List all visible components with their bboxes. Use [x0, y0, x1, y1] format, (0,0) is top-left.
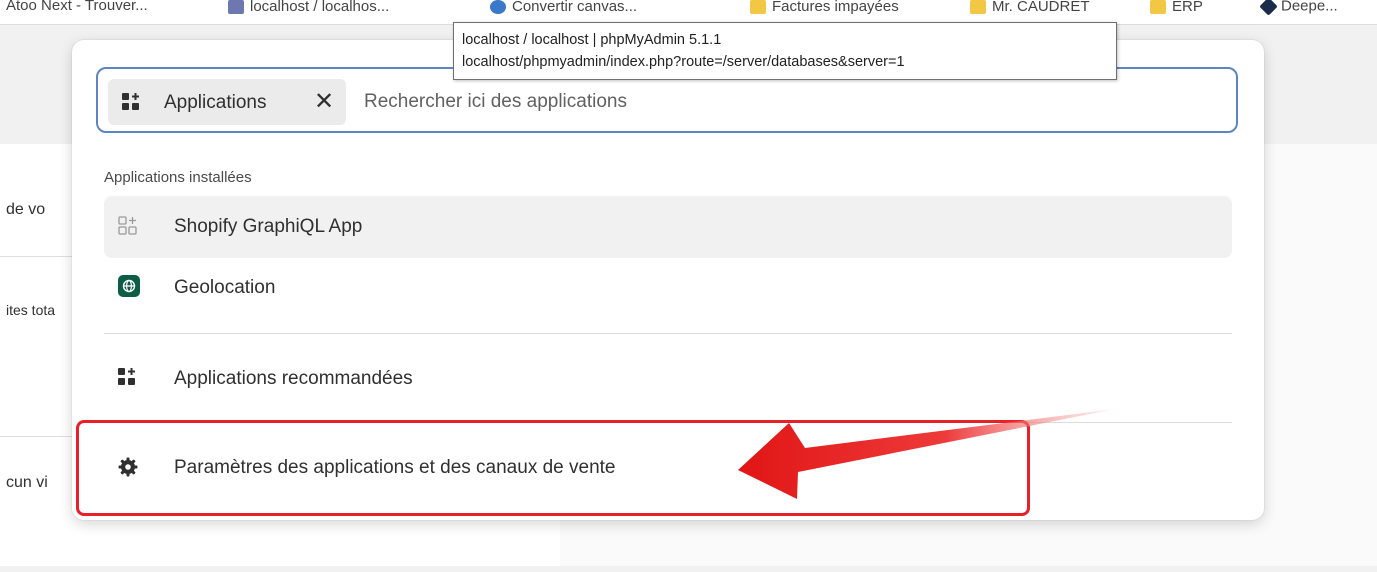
- background-text: de vo: [6, 201, 46, 218]
- installed-app-label: Shopify GraphiQL App: [174, 216, 363, 237]
- installed-app-item[interactable]: Shopify GraphiQL App: [104, 196, 1232, 258]
- background-text: cun vi: [6, 474, 48, 491]
- recommended-apps-label: Applications recommandées: [174, 368, 413, 389]
- gear-icon: [118, 457, 138, 482]
- bookmark-label: Convertir canvas...: [512, 0, 638, 15]
- recommended-apps-link[interactable]: Applications recommandées: [104, 348, 1232, 410]
- app-settings-link[interactable]: Paramètres des applications et des canau…: [104, 437, 1232, 499]
- installed-apps-heading: Applications installées: [104, 169, 252, 186]
- bookmark-label: Factures impayées: [772, 0, 899, 15]
- apps-add-icon: [118, 368, 138, 391]
- bookmark-item[interactable]: ERP: [1150, 0, 1203, 22]
- bookmark-item[interactable]: Factures impayées: [750, 0, 899, 22]
- bookmark-item[interactable]: localhost / localhos...: [228, 0, 389, 22]
- bookmark-label: Mr. CAUDRET: [992, 0, 1090, 15]
- background-text: ites tota: [6, 302, 56, 318]
- tooltip-title: localhost / localhost | phpMyAdmin 5.1.1: [462, 32, 722, 48]
- bookmark-label: ERP: [1172, 0, 1203, 15]
- installed-app-item[interactable]: Geolocation: [104, 257, 1232, 319]
- globe-icon: [490, 0, 506, 14]
- app-settings-label: Paramètres des applications et des canau…: [174, 457, 616, 478]
- applications-filter-chip[interactable]: Applications ✕: [108, 79, 346, 125]
- folder-icon: [750, 0, 766, 14]
- bookmark-item[interactable]: Convertir canvas...: [490, 0, 637, 22]
- bookmark-label: Deepe...: [1281, 0, 1338, 15]
- bookmark-label: Atoo Next - Trouver...: [6, 0, 148, 14]
- deepl-icon: [1259, 0, 1278, 16]
- bookmark-item[interactable]: Atoo Next - Trouver...: [6, 0, 148, 22]
- bookmark-label: localhost / localhos...: [250, 0, 390, 15]
- link-tooltip: localhost / localhost | phpMyAdmin 5.1.1…: [453, 22, 1117, 80]
- close-icon[interactable]: ✕: [312, 88, 336, 116]
- chip-label: Applications: [164, 92, 267, 113]
- bookmark-item[interactable]: Mr. CAUDRET: [970, 0, 1090, 22]
- globe-icon: [118, 275, 140, 299]
- search-input[interactable]: [364, 79, 1204, 125]
- apps-add-icon: [122, 93, 142, 116]
- tooltip-url: localhost/phpmyadmin/index.php?route=/se…: [462, 54, 905, 70]
- installed-app-label: Geolocation: [174, 277, 276, 298]
- phpmyadmin-icon: [228, 0, 244, 14]
- divider: [104, 333, 1232, 334]
- app-grid-icon: [118, 216, 138, 241]
- folder-icon: [1150, 0, 1166, 14]
- folder-icon: [970, 0, 986, 14]
- divider: [104, 422, 1232, 423]
- bookmark-item[interactable]: Deepe...: [1259, 0, 1338, 22]
